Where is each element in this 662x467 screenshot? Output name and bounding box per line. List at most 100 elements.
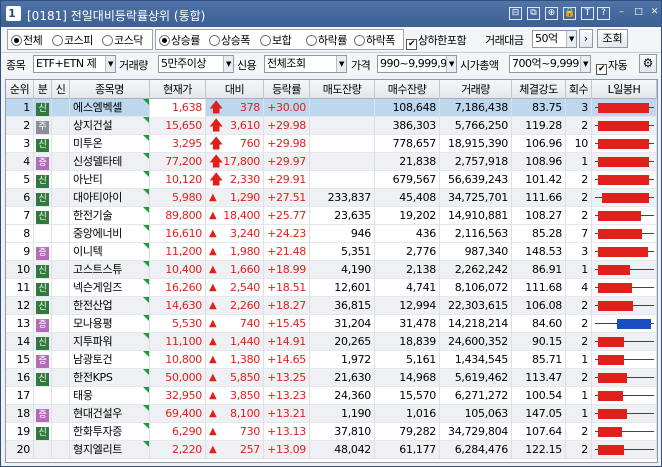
direction-option-4[interactable]: 하락폭 [354,32,395,47]
table-row[interactable]: 18 증 현대건설우 69,400 ▲ 8,100 +13.21 1,190 1,016 105,… [6,405,657,423]
volume-select[interactable]: 5만주이상 ▼ [158,55,234,73]
stock-name[interactable]: 고스트스튜 [73,263,122,276]
copy-icon[interactable]: ⧉ [527,7,540,20]
change-cell: ▲ 1,290 [206,189,264,207]
column-header[interactable]: 대비 [206,80,264,99]
stock-name[interactable]: 이니텍 [73,245,103,258]
link-icon[interactable]: ⊕ [545,7,558,20]
stock-name[interactable]: 모나용평 [73,317,113,330]
item-select[interactable]: ETF+ETN 제 ▼ [33,55,116,73]
table-row[interactable]: 12 신 한전산업 14,630 ▲ 2,260 +18.27 36,815 12,994 22,… [6,297,657,315]
stock-name[interactable]: 넥슨게임즈 [73,281,122,294]
table-row[interactable]: 15 증 남광토건 10,800 ▲ 1,380 +14.65 1,972 5,161 1,434… [6,351,657,369]
column-header[interactable]: 거래량 [440,80,512,99]
market-option-2[interactable]: 코스닥 [102,32,143,47]
table-row[interactable]: 10 신 고스트스튜 10,400 ▲ 1,660 +18.99 4,190 2,138 2,26… [6,261,657,279]
price-cell: 11,200 [150,243,206,261]
stock-name[interactable]: 아난티 [73,173,103,186]
column-header[interactable]: 분 [34,80,52,99]
layout-icon[interactable]: ⊟ [509,7,522,20]
auto-checkbox[interactable]: ✔ 자동 [596,57,628,75]
column-header[interactable]: 매도잔량 [310,80,375,99]
table-row[interactable]: 16 신 한전KPS 50,000 ▲ 5,850 +13.25 21,630 14,968 5,… [6,369,657,387]
direction-option-0[interactable]: 상승률 [159,32,200,47]
lock-icon[interactable]: 🔒 [563,7,576,20]
change-cell: 🡅 3,610 [206,117,264,135]
stock-name[interactable]: 한전산업 [73,299,113,312]
volume-cell: 6,284,476 [440,441,512,459]
table-row[interactable]: 19 신 한화투자증 6,290 ▲ 730 +13.13 37,810 79,282 34,72… [6,423,657,441]
column-header[interactable]: 회수 [566,80,592,99]
column-header[interactable]: 신 [52,80,70,99]
stock-name[interactable]: 형지엘리트 [73,443,122,456]
stock-name[interactable]: 에스엠벡셀 [73,101,122,114]
table-row[interactable]: 9 증 이니텍 11,200 ▲ 1,980 +21.48 5,351 2,776 987,340… [6,243,657,261]
volume-label: 거래량 [119,59,148,72]
column-header[interactable]: 등락률 [264,80,310,99]
change-value: 730 [239,425,260,438]
table-row[interactable]: 3 신 미투온 3,295 🡅 760 +29.98 778,657 18,915,390 106… [6,135,657,153]
stock-name[interactable]: 한전기술 [73,209,113,222]
direction-option-2[interactable]: 보합 [260,32,292,47]
market-option-1[interactable]: 코스피 [52,32,93,47]
strength-cell: 101.42 [512,171,566,189]
stock-name[interactable]: 한화투자증 [73,425,122,438]
daily-candle-cell [592,297,657,315]
minimize-icon[interactable]: – [615,7,628,20]
column-header[interactable]: 종목명 [70,80,150,99]
column-header[interactable]: L일봉H [592,80,657,99]
market-option-0[interactable]: 전체 [11,32,43,47]
column-header[interactable]: 순위 [6,80,34,99]
direction-option-3[interactable]: 하락률 [306,32,347,47]
stock-name[interactable]: 중앙에너비 [73,227,122,240]
table-row[interactable]: 14 신 지투파워 11,100 ▲ 1,440 +14.91 20,265 18,839 24,… [6,333,657,351]
rate-cell: +29.98 [264,117,310,135]
font-size-icon[interactable]: T [581,7,594,20]
table-row[interactable]: 6 신 대아티아이 5,980 ▲ 1,290 +27.51 233,837 45,408 34,… [6,189,657,207]
table-row[interactable]: 4 증 신성델타테 77,200 🡅 17,800 +29.97 21,838 2,757,91… [6,153,657,171]
stock-name[interactable]: 상지건설 [73,119,113,132]
stock-name[interactable]: 대아티아이 [73,191,122,204]
table-row[interactable]: 8 중앙에너비 16,610 ▲ 3,240 +24.23 946 436 2,116,563 8… [6,225,657,243]
column-header[interactable]: 매수잔량 [375,80,440,99]
credit-cell [52,369,70,387]
include-limit-checkbox[interactable]: ✔ 상하한포함 [406,32,467,50]
title-bar[interactable]: 1 [0181] 전일대비등락률상위 (통합) ⊟ ⧉ ⊕ 🔒 T? – □ ✕ [1,1,661,27]
rank-cell: 12 [6,297,34,315]
up-triangle-icon: ▲ [209,264,217,275]
up-triangle-icon: ▲ [209,390,217,401]
stock-name[interactable]: 지투파워 [73,335,113,348]
table-row[interactable]: 5 신 아난티 10,120 🡅 2,330 +29.91 679,567 56,639,243… [6,171,657,189]
stock-name[interactable]: 남광토건 [73,353,113,366]
direction-option-1[interactable]: 상승폭 [209,32,250,47]
maximize-icon[interactable]: □ [632,7,645,20]
stock-name[interactable]: 한전KPS [73,371,113,384]
table-row[interactable]: 17 태웅 32,950 ▲ 3,850 +13.23 24,360 15,570 6,271,… [6,387,657,405]
stock-name[interactable]: 태웅 [73,389,93,402]
column-header[interactable]: 현재가 [150,80,206,99]
table-row[interactable]: 11 신 넥슨게임즈 16,260 ▲ 2,540 +18.51 12,601 4,741 8,1… [6,279,657,297]
query-button[interactable]: 조회 [597,29,628,48]
table-header: 순위 분 신 종목명 현재가 대비 등락률 매도잔량 매수잔량 거래량 체결강도 회수 L일봉H [6,80,657,99]
window-title: [0181] 전일대비등락률상위 (통합) [27,9,206,23]
mcap-select[interactable]: 700억~9,999 ▼ [509,55,591,73]
turnover-select[interactable]: 50억 ▼ [532,30,577,48]
settings-icon[interactable]: ? [597,7,610,20]
table-row[interactable]: 7 신 한전기술 89,800 ▲ 18,400 +25.77 23,635 19,202 14,… [6,207,657,225]
change-cell: ▲ 5,850 [206,369,264,387]
close-icon[interactable]: ✕ [648,7,661,20]
table-row[interactable]: 20 형지엘리트 2,220 ▲ 257 +13.09 48,042 61,177 6,284,… [6,441,657,459]
spin-icon[interactable]: › [579,29,593,48]
column-header[interactable]: 체결강도 [512,80,566,99]
gear-icon[interactable]: ⚙ [639,54,657,73]
table-row[interactable]: 1 신 에스엠벡셀 1,638 🡅 378 +30.00 108,648 7,186,438 83… [6,99,657,117]
table-row[interactable]: 13 증 모나용평 5,530 ▲ 740 +15.45 31,204 31,478 14,218… [6,315,657,333]
stock-name[interactable]: 미투온 [73,137,103,150]
stock-name[interactable]: 현대건설우 [73,407,122,420]
marker-triangle-icon [143,423,149,429]
price-select[interactable]: 990~9,999,9 ▼ [377,55,457,73]
table-row[interactable]: 2 주 상지건설 15,650 🡅 3,610 +29.98 386,303 5,766,250… [6,117,657,135]
stock-name[interactable]: 신성델타테 [73,155,122,168]
include-limit-check-icon: ✔ [406,39,417,50]
credit-select[interactable]: 전체조회 ▼ [264,55,347,73]
